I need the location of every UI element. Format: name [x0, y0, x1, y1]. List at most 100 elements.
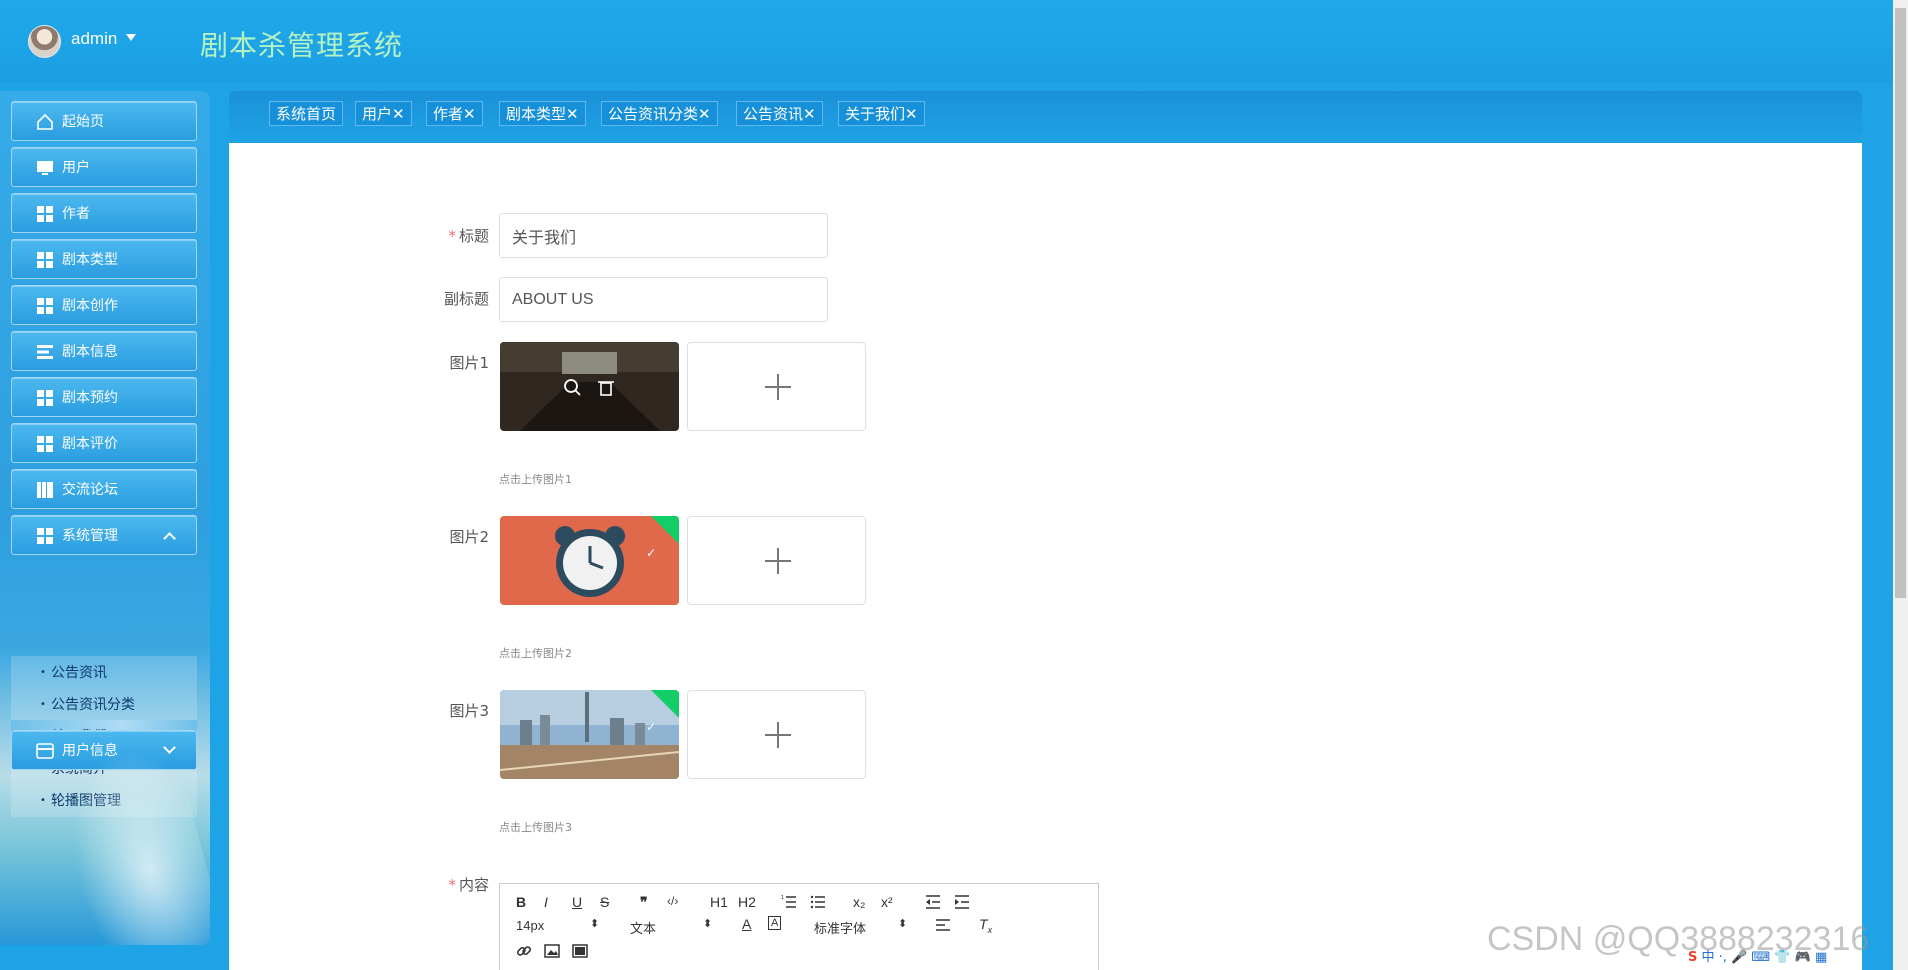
select-arrows-icon[interactable]: ⬍	[898, 917, 907, 930]
blockquote-button[interactable]: ❞	[640, 894, 648, 911]
subtitle-input[interactable]: ABOUT US	[499, 277, 828, 322]
main-content: * 标题 关于我们 副标题 ABOUT US 图片1 点击上传图片1 图片2 ✓…	[229, 143, 1862, 970]
underline-button[interactable]: U	[572, 894, 582, 910]
text-type-select[interactable]: 文本	[630, 918, 656, 937]
align-icon[interactable]	[935, 918, 951, 932]
content-label: * 内容	[448, 876, 489, 894]
image2-label: 图片2	[449, 528, 489, 546]
tab-user[interactable]: 用户✕	[355, 101, 412, 126]
image1-upload-button[interactable]	[687, 342, 866, 431]
title-input[interactable]: 关于我们	[499, 213, 828, 258]
sidebar-item-script-booking[interactable]: 剧本预约	[11, 377, 197, 417]
indent-icon[interactable]	[954, 894, 970, 910]
tab-about-us[interactable]: 关于我们✕	[838, 101, 925, 126]
clear-format-button[interactable]: Tx	[979, 916, 992, 935]
ordered-list-icon[interactable]: 1	[781, 894, 797, 910]
sidebar-item-script-review[interactable]: 剧本评价	[11, 423, 197, 463]
image3-thumbnail[interactable]: ✓	[500, 690, 679, 779]
avatar[interactable]	[28, 25, 61, 58]
top-header: admin 剧本杀管理系统	[0, 0, 1908, 82]
sidebar-item-label: 用户	[62, 160, 90, 176]
app-title: 剧本杀管理系统	[200, 29, 404, 62]
submenu-item-carousel[interactable]: 轮播图管理	[11, 784, 197, 816]
tab-bar: 系统首页 用户✕ 作者✕ 剧本类型✕ 公告资讯分类✕ 公告资讯✕ 关于我们✕	[229, 91, 1862, 143]
sidebar-item-author[interactable]: 作者	[11, 193, 197, 233]
sidebar-item-script-info[interactable]: 剧本信息	[11, 331, 197, 371]
sidebar-item-user-info[interactable]: 用户信息	[11, 730, 197, 770]
tab-author[interactable]: 作者✕	[426, 101, 483, 126]
image-icon[interactable]	[544, 943, 560, 959]
scrollbar-thumb[interactable]	[1895, 8, 1906, 598]
tab-announcement[interactable]: 公告资讯✕	[736, 101, 823, 126]
h2-button[interactable]: H2	[738, 894, 756, 910]
page-scrollbar[interactable]	[1893, 0, 1908, 970]
svg-text:1: 1	[781, 895, 784, 901]
sidebar-item-system-management[interactable]: 系统管理	[11, 515, 197, 555]
sidebar-item-script-type[interactable]: 剧本类型	[11, 239, 197, 279]
superscript-button[interactable]: x²	[881, 894, 893, 910]
bold-button[interactable]: B	[516, 894, 526, 910]
image1-thumbnail[interactable]	[500, 342, 679, 431]
rich-text-editor[interactable]: B I U S ❞ ‹/› H1 H2 1 x₂ x² 14px ⬍ 文本 ⬍ …	[499, 883, 1099, 970]
image2-thumbnail[interactable]: ✓	[500, 516, 679, 605]
username-dropdown[interactable]: admin	[71, 29, 117, 49]
microphone-icon[interactable]: 🎤	[1731, 950, 1747, 965]
submenu-item-system-intro[interactable]: 系统简介	[11, 752, 197, 784]
background-color-button[interactable]: A	[768, 916, 782, 930]
outdent-icon[interactable]	[925, 894, 941, 910]
title-label: * 标题	[448, 227, 489, 245]
h1-button[interactable]: H1	[710, 894, 728, 910]
font-family-select[interactable]: 标准字体	[814, 918, 866, 937]
link-icon[interactable]	[516, 943, 532, 959]
sidebar-item-forum[interactable]: 交流论坛	[11, 469, 197, 509]
submenu-item-announcement-category[interactable]: 公告资讯分类	[11, 688, 197, 720]
ime-toolbar[interactable]: S 中 ·, 🎤 ⌨ 👕 🎮 ▦	[1688, 946, 1888, 966]
sidebar-item-label: 剧本评价	[62, 436, 118, 452]
image2-upload-button[interactable]	[687, 516, 866, 605]
tab-announcement-category[interactable]: 公告资讯分类✕	[601, 101, 718, 126]
conference-room-image	[500, 342, 679, 431]
submenu-item-announcement[interactable]: 公告资讯	[11, 656, 197, 688]
required-mark: *	[448, 227, 456, 245]
sidebar-item-home[interactable]: 起始页	[11, 101, 197, 141]
strike-button[interactable]: S	[600, 894, 609, 910]
subscript-button[interactable]: x₂	[853, 894, 865, 910]
success-corner	[651, 690, 679, 718]
caret-down-icon[interactable]	[126, 34, 136, 41]
home-icon	[37, 113, 53, 130]
check-icon: ✓	[645, 546, 656, 560]
chevron-down-icon	[163, 741, 176, 754]
list-icon	[37, 345, 53, 359]
gamepad-icon[interactable]: 🎮	[1795, 950, 1811, 965]
tab-home[interactable]: 系统首页	[269, 101, 344, 126]
ime-mode-icon[interactable]: 中	[1702, 950, 1715, 965]
sidebar-item-label: 起始页	[62, 114, 104, 130]
font-size-select[interactable]: 14px	[516, 918, 544, 933]
image3-upload-button[interactable]	[687, 690, 866, 779]
sidebar-item-user[interactable]: 用户	[11, 147, 197, 187]
select-arrows-icon[interactable]: ⬍	[703, 917, 712, 930]
card-icon	[36, 743, 54, 759]
skin-icon[interactable]: 👕	[1774, 950, 1790, 965]
video-icon[interactable]	[572, 943, 588, 959]
apps-icon[interactable]: ▦	[1815, 950, 1827, 965]
subtitle-label: 副标题	[443, 290, 489, 308]
sidebar-item-label: 剧本创作	[62, 298, 118, 314]
image1-label: 图片1	[449, 354, 489, 372]
font-color-button[interactable]: A	[742, 916, 751, 932]
tab-script-type[interactable]: 剧本类型✕	[499, 101, 586, 126]
bullet-list-icon[interactable]	[810, 894, 826, 910]
sidebar-item-script-creation[interactable]: 剧本创作	[11, 285, 197, 325]
sogou-ime-icon[interactable]: S	[1688, 950, 1697, 965]
keyboard-icon[interactable]: ⌨	[1751, 950, 1770, 965]
punctuation-icon[interactable]: ·,	[1719, 950, 1727, 965]
code-button[interactable]: ‹/›	[667, 894, 678, 908]
grid-icon	[37, 390, 53, 406]
image2-hint: 点击上传图片2	[499, 647, 572, 660]
select-arrows-icon[interactable]: ⬍	[590, 917, 599, 930]
sidebar-item-label: 作者	[62, 206, 90, 222]
sidebar-item-label: 交流论坛	[62, 482, 118, 498]
italic-button[interactable]: I	[544, 894, 548, 910]
image3-label: 图片3	[449, 702, 489, 720]
sidebar-item-label: 剧本信息	[62, 344, 118, 360]
